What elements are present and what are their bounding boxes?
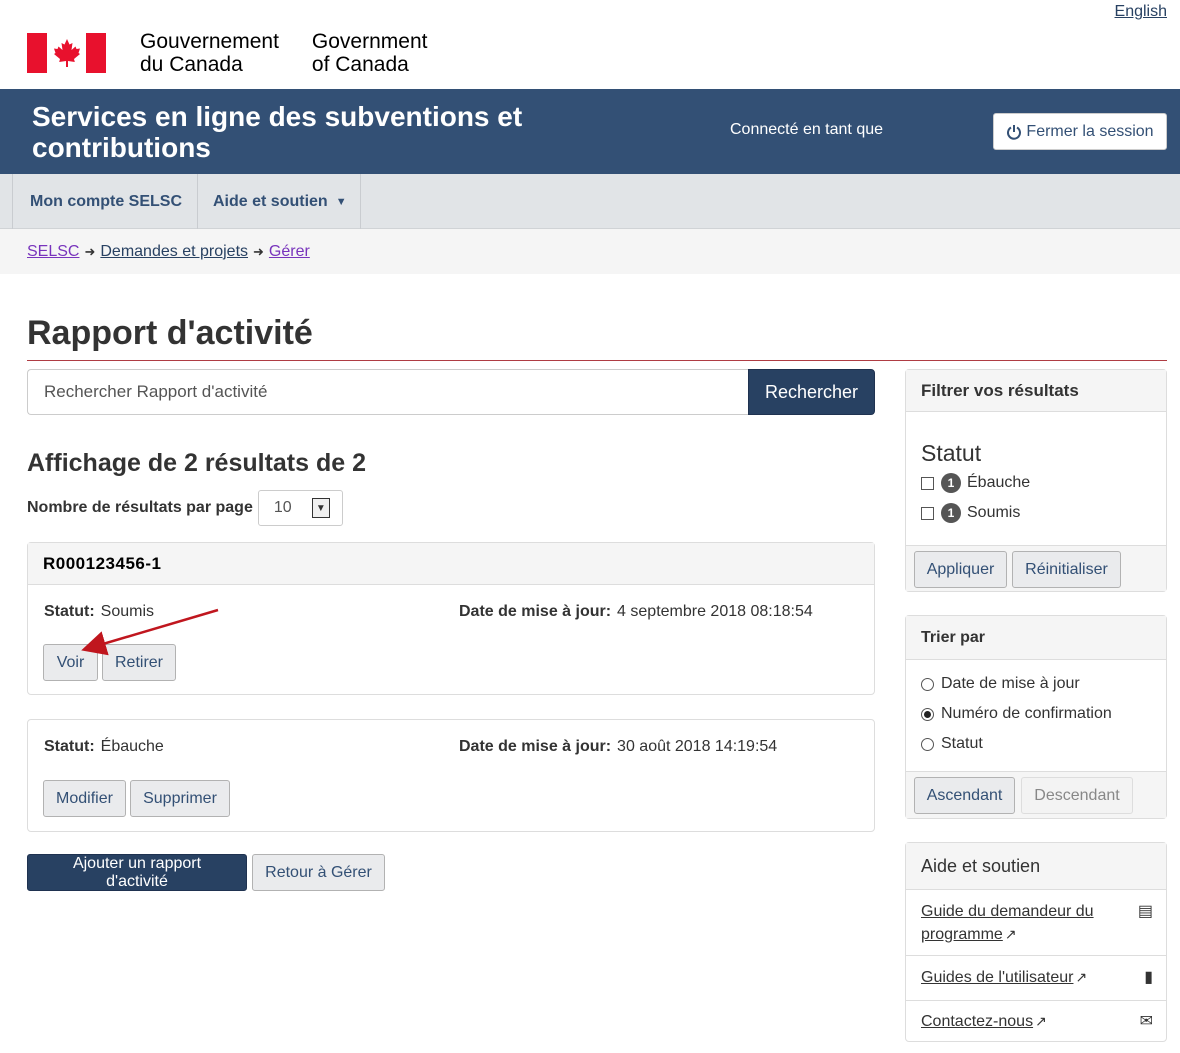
updated-date-field: Date de mise à jour: 4 septembre 2018 08:… <box>459 603 813 620</box>
book-icon: ▮ <box>1144 969 1153 986</box>
help-link-user-guides[interactable]: Guides de l'utilisateur ↗ ▮ <box>921 966 1153 989</box>
results-per-page: Nombre de résultats par page 10 ▼ <box>27 490 343 526</box>
help-link-contact[interactable]: Contactez-nous ↗ ✉ <box>921 1010 1153 1033</box>
result-card: Statut: Ébauche Date de mise à jour: 30 ao… <box>27 719 875 832</box>
help-link-applicant-guide[interactable]: Guide du demandeur du programme ↗ ▤ <box>921 900 1153 946</box>
page-title: Rapport d'activité <box>27 314 313 352</box>
breadcrumb-link-manage[interactable]: Gérer <box>269 243 310 261</box>
add-activity-report-button[interactable]: Ajouter un rapport d'activité <box>27 854 247 891</box>
radio-button[interactable] <box>921 737 934 751</box>
sort-panel: Trier par Date de mise à jour Numéro de … <box>905 615 1167 819</box>
filter-option-submitted[interactable]: 1 Soumis <box>921 503 1020 523</box>
result-card: R000123456-1 Statut: Soumis Date de mise … <box>27 542 875 695</box>
search-input[interactable] <box>27 369 748 415</box>
canada-flag-icon <box>27 33 106 73</box>
arrow-right-icon: ➜ <box>84 243 96 259</box>
help-panel: Aide et soutien Guide du demandeur du pr… <box>905 842 1167 1042</box>
chevron-down-icon: ▼ <box>335 195 347 208</box>
app-title: Services en ligne des subventions et con… <box>32 101 523 163</box>
results-count-heading: Affichage de 2 résultats de 2 <box>27 449 367 477</box>
reset-filter-button[interactable]: Réinitialiser <box>1012 551 1121 588</box>
external-link-icon: ↗ <box>1075 969 1088 985</box>
power-icon <box>1007 124 1022 140</box>
view-button[interactable]: Voir <box>43 644 98 681</box>
updated-date-field: Date de mise à jour: 30 août 2018 14:19:5… <box>459 738 778 755</box>
status-field: Statut: Soumis <box>44 603 155 620</box>
divider <box>906 955 1166 956</box>
checkbox[interactable] <box>921 506 934 520</box>
status-field: Statut: Ébauche <box>44 738 164 755</box>
sort-option-date[interactable]: Date de mise à jour <box>921 675 1080 693</box>
breadcrumb-link-selsc[interactable]: SELSC <box>27 243 79 261</box>
external-link-icon: ↗ <box>1035 1013 1047 1029</box>
main-menu: Mon compte SELSC Aide et soutien ▼ <box>0 174 1180 229</box>
back-to-manage-button[interactable]: Retour à Gérer <box>252 854 385 891</box>
sort-heading: Trier par <box>906 616 1166 660</box>
count-badge: 1 <box>941 503 961 523</box>
delete-button[interactable]: Supprimer <box>130 780 230 817</box>
envelope-icon: ✉ <box>1139 1013 1153 1030</box>
per-page-select[interactable]: 10 ▼ <box>257 490 343 526</box>
search-bar: Rechercher <box>27 369 875 415</box>
withdraw-button[interactable]: Retirer <box>102 644 176 681</box>
logout-button[interactable]: Fermer la session <box>993 113 1167 150</box>
title-divider <box>27 360 1167 361</box>
edit-button[interactable]: Modifier <box>43 780 126 817</box>
sort-option-confirmation[interactable]: Numéro de confirmation <box>921 705 1112 723</box>
filter-panel: Filtrer vos résultats Statut 1 Ébauche 1… <box>905 369 1167 592</box>
external-link-icon: ↗ <box>1004 926 1017 942</box>
signature-english: Government of Canada <box>311 30 428 76</box>
app-banner: Services en ligne des subventions et con… <box>0 89 1180 174</box>
count-badge: 1 <box>941 473 961 493</box>
chevron-down-icon: ▼ <box>311 498 330 518</box>
help-heading: Aide et soutien <box>906 843 1166 890</box>
government-signature: Gouvernement du Canada Government of Can… <box>27 30 428 76</box>
radio-button[interactable] <box>921 707 934 721</box>
apply-filter-button[interactable]: Appliquer <box>914 551 1007 588</box>
filter-heading: Filtrer vos résultats <box>906 370 1166 412</box>
divider <box>906 1000 1166 1001</box>
sort-option-status[interactable]: Statut <box>921 735 983 753</box>
breadcrumb-link-applications[interactable]: Demandes et projets <box>100 243 248 261</box>
menu-item-my-account[interactable]: Mon compte SELSC <box>12 174 198 229</box>
arrow-right-icon: ➜ <box>253 243 264 259</box>
radio-button[interactable] <box>921 677 934 691</box>
language-toggle-link[interactable]: English <box>1115 3 1167 21</box>
search-button[interactable]: Rechercher <box>748 369 875 415</box>
per-page-label: Nombre de résultats par page <box>27 499 253 516</box>
menu-item-help-support[interactable]: Aide et soutien ▼ <box>198 174 361 229</box>
result-id: R000123456-1 <box>28 543 874 585</box>
checkbox[interactable] <box>921 476 934 490</box>
signed-in-label: Connecté en tant que <box>730 121 884 138</box>
signature-french: Gouvernement du Canada <box>140 30 279 76</box>
breadcrumb: SELSC ➜ Demandes et projets ➜ Gérer <box>0 229 1180 274</box>
filter-option-draft[interactable]: 1 Ébauche <box>921 473 1030 493</box>
sort-descending-button[interactable]: Descendant <box>1021 777 1133 814</box>
filter-group-title: Statut <box>921 440 982 466</box>
list-document-icon: ▤ <box>1137 903 1153 920</box>
sort-ascending-button[interactable]: Ascendant <box>914 777 1015 814</box>
